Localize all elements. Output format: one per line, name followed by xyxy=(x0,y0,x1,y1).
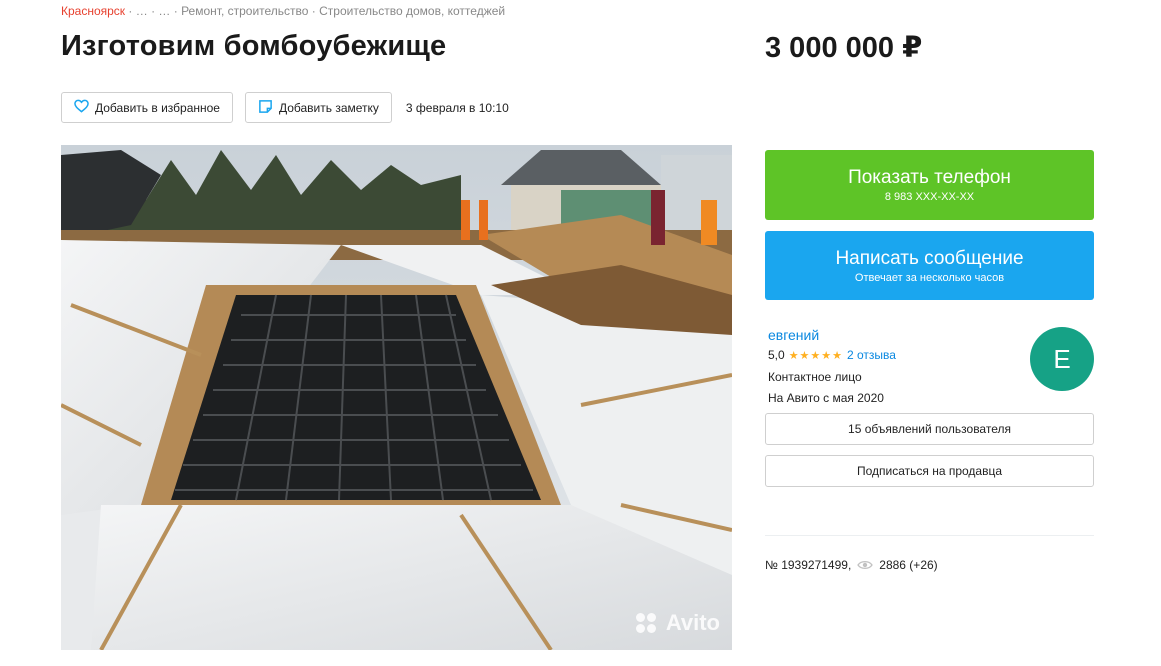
listing-photo[interactable]: Avito xyxy=(61,145,732,650)
breadcrumb-category-link[interactable]: Ремонт, строительство xyxy=(181,4,308,18)
seller-info: евгений 5,0 ★★★★★ 2 отзыва Контактное ли… xyxy=(765,327,1094,411)
breadcrumb-separator: · xyxy=(147,4,159,18)
ad-number: № 1939271499, xyxy=(765,558,852,572)
seller-role: Контактное лицо xyxy=(768,370,862,384)
show-phone-button[interactable]: Показать телефон 8 983 XXX-XX-XX xyxy=(765,150,1094,220)
breadcrumb-subcategory-link[interactable]: Строительство домов, коттеджей xyxy=(319,4,505,18)
rating-value: 5,0 xyxy=(768,348,785,362)
avito-logo-icon xyxy=(635,613,660,633)
price: 3 000 000 ₽ xyxy=(765,32,923,64)
seller-listings-button[interactable]: 15 объявлений пользователя xyxy=(765,413,1094,445)
add-note-button[interactable]: Добавить заметку xyxy=(244,92,392,123)
breadcrumb-ellipsis-link[interactable]: … xyxy=(158,4,170,18)
heart-icon xyxy=(74,99,89,116)
response-time: Отвечает за несколько часов xyxy=(854,271,1005,284)
page-title: Изготовим бомбоубежище xyxy=(61,30,447,62)
note-icon xyxy=(258,99,273,117)
seller-name-link[interactable]: евгений xyxy=(768,327,819,343)
add-note-label: Добавить заметку xyxy=(278,100,379,115)
seller-rating: 5,0 ★★★★★ 2 отзыва xyxy=(768,348,896,362)
avatar[interactable]: Е xyxy=(1030,327,1094,391)
breadcrumb-separator: · xyxy=(125,4,136,18)
avito-watermark-text: Avito xyxy=(665,610,720,635)
breadcrumb-separator: · xyxy=(170,4,182,18)
listing-stats: № 1939271499, 2886 (+26) xyxy=(765,558,1094,572)
show-phone-label: Показать телефон xyxy=(848,167,1011,188)
avito-watermark: Avito xyxy=(635,610,720,636)
reviews-link[interactable]: 2 отзыва xyxy=(847,348,896,362)
subscribe-seller-button[interactable]: Подписаться на продавца xyxy=(765,455,1094,487)
rating-stars-icon: ★★★★★ xyxy=(788,349,843,362)
contact-panel: Показать телефон 8 983 XXX-XX-XX Написат… xyxy=(765,150,1094,572)
breadcrumb-ellipsis-link[interactable]: … xyxy=(136,4,148,18)
breadcrumb-city-link[interactable]: Красноярск xyxy=(61,4,125,18)
listing-photo-image xyxy=(61,145,732,650)
views-count: 2886 (+26) xyxy=(879,558,938,572)
seller-since: На Авито с мая 2020 xyxy=(768,391,884,405)
add-to-favorites-label: Добавить в избранное xyxy=(95,100,220,115)
add-to-favorites-button[interactable]: Добавить в избранное xyxy=(61,92,233,123)
eye-icon xyxy=(857,560,874,570)
publish-date: 3 февраля в 10:10 xyxy=(405,100,509,115)
breadcrumb: Красноярск · … · … · Ремонт, строительст… xyxy=(61,4,505,18)
divider xyxy=(765,535,1094,536)
write-message-label: Написать сообщение xyxy=(835,247,1024,269)
phone-masked: 8 983 XXX-XX-XX xyxy=(884,191,975,203)
listing-actions: Добавить в избранное Добавить заметку 3 … xyxy=(61,92,509,123)
write-message-button[interactable]: Написать сообщение Отвечает за несколько… xyxy=(765,231,1094,300)
breadcrumb-separator: · xyxy=(308,4,320,18)
